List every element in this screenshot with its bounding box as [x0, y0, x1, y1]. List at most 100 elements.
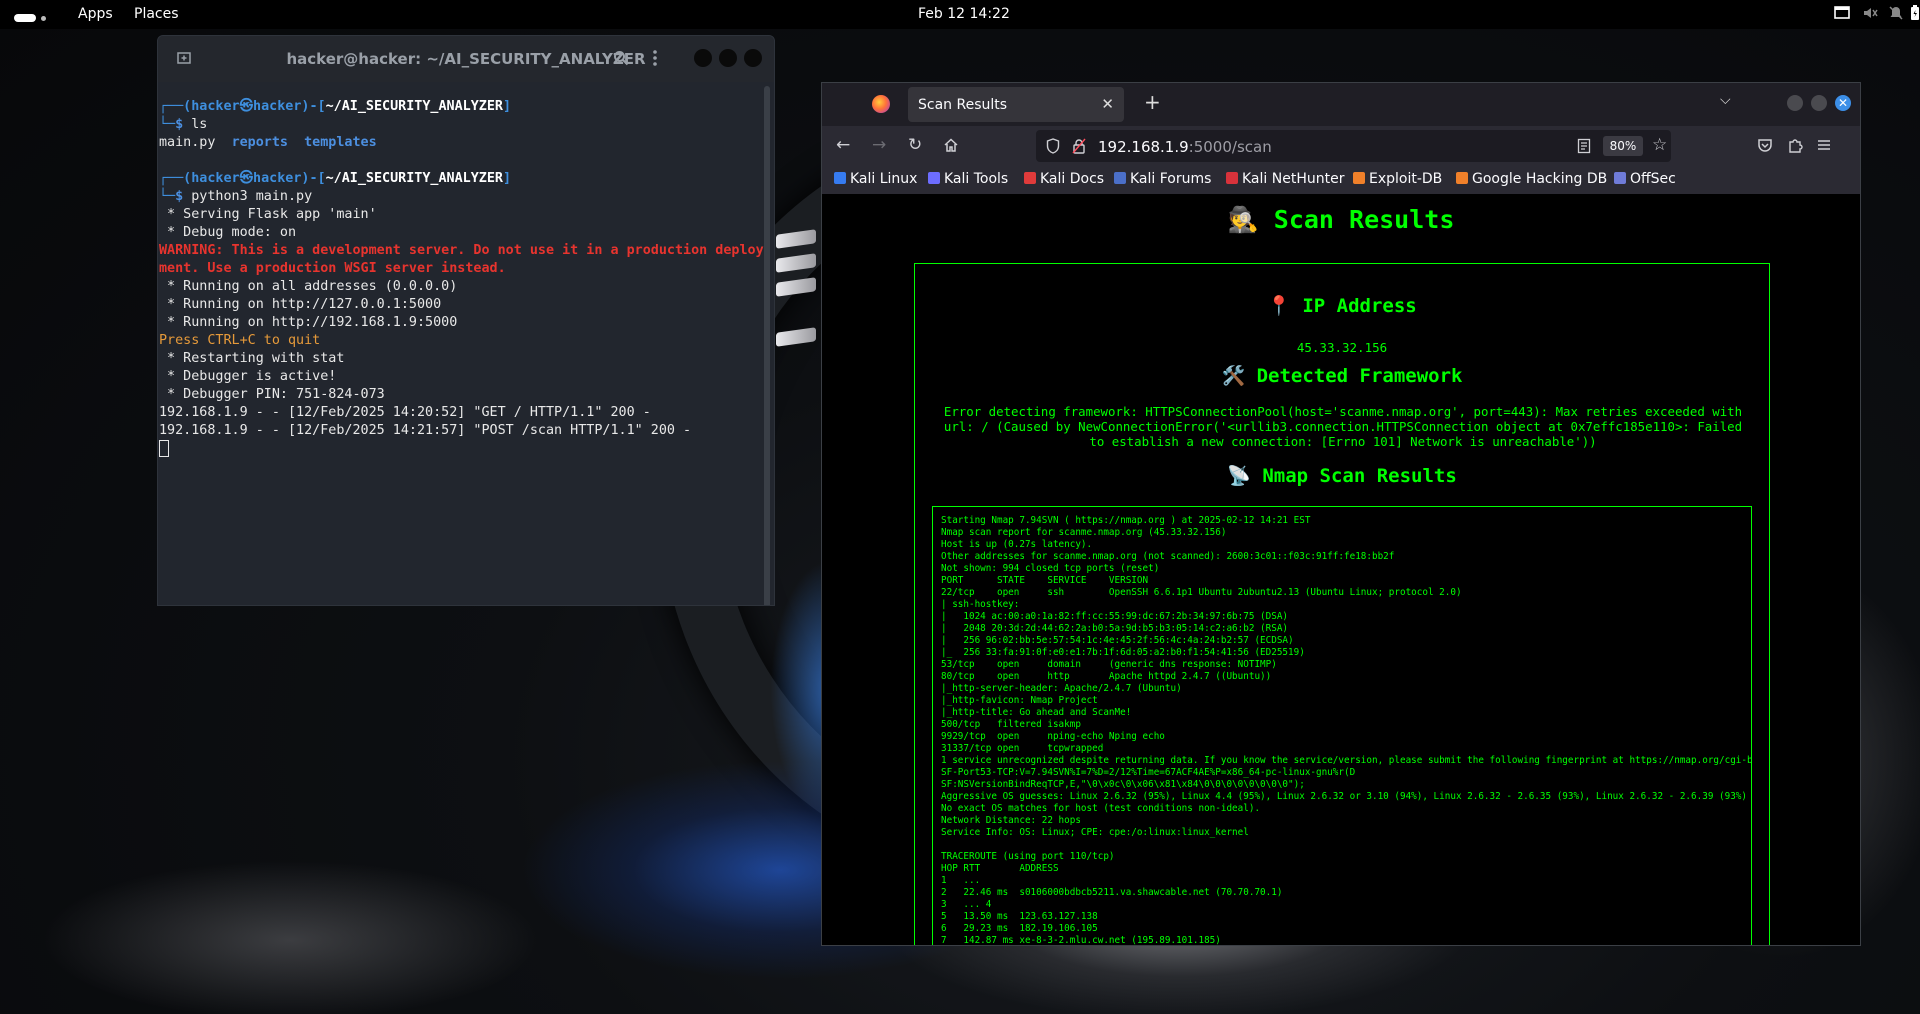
bookmark-kali-linux[interactable]: Kali Linux — [834, 171, 917, 187]
url-bar[interactable]: 192.168.1.9:5000/scan 80% ☆ — [1036, 130, 1671, 162]
maximize-button[interactable] — [1811, 95, 1827, 111]
bookmark-exploit-db[interactable]: Exploit-DB — [1353, 171, 1442, 187]
battery-icon[interactable] — [1910, 5, 1920, 21]
command-text: ls — [191, 117, 208, 132]
home-icon[interactable] — [943, 137, 959, 153]
prompt-user: hacker — [191, 99, 240, 114]
url-host: 192.168.1.9 — [1098, 138, 1189, 156]
warning-line: WARNING: This is a development server. D… — [159, 243, 764, 258]
bookmark-label: Kali Forums — [1130, 171, 1212, 187]
bookmark-label: Kali Docs — [1040, 171, 1105, 187]
bookmark-offsec[interactable]: OffSec — [1614, 171, 1676, 187]
framework-error: Error detecting framework: HTTPSConnecti… — [943, 404, 1743, 449]
nethunter-icon — [1226, 172, 1238, 184]
request-log-line: 192.168.1.9 - - [12/Feb/2025 14:20:52] "… — [159, 405, 651, 420]
hamburger-menu-icon[interactable] — [1816, 137, 1832, 153]
command-text: python3 main.py — [191, 189, 313, 204]
reader-view-icon[interactable] — [1577, 138, 1591, 154]
bookmark-label: Kali Tools — [944, 171, 1009, 187]
ls-dir: reports — [231, 135, 288, 150]
terminal-scrollbar[interactable] — [764, 86, 770, 605]
quit-hint: Press CTRL+C to quit — [159, 333, 321, 348]
prompt-path: ~/AI_SECURITY_ANALYZER — [325, 171, 503, 186]
workspace-dot-icon — [41, 15, 46, 21]
kali-tools-icon — [928, 172, 940, 184]
activities-indicator[interactable] — [14, 10, 46, 26]
nmap-heading: 📡 Nmap Scan Results — [1227, 465, 1457, 487]
wallpaper-silver-wave-2 — [40, 860, 540, 1014]
workspace-pill-icon — [14, 14, 36, 22]
zoom-level[interactable]: 80% — [1603, 136, 1643, 156]
bookmark-star-icon[interactable]: ☆ — [1652, 135, 1667, 155]
output-line: * Debug mode: on — [159, 225, 297, 240]
bookmark-kali-forums[interactable]: Kali Forums — [1114, 171, 1211, 187]
prompt-host: hacker — [253, 171, 302, 186]
volume-muted-icon[interactable] — [1862, 5, 1878, 21]
search-icon[interactable] — [613, 50, 629, 66]
minimize-button[interactable] — [694, 49, 712, 67]
browser-tabbar[interactable]: Scan Results ✕ + ⌵ ✕ — [822, 83, 1860, 126]
output-line: * Serving Flask app 'main' — [159, 207, 377, 222]
page-title: 🕵️ Scan Results — [1227, 205, 1455, 234]
output-line: * Debugger PIN: 751-824-073 — [159, 387, 385, 402]
shield-icon[interactable] — [1046, 138, 1060, 154]
screen-icon[interactable] — [1834, 5, 1850, 21]
url-text[interactable]: 192.168.1.9:5000/scan — [1098, 138, 1272, 156]
nmap-output: Starting Nmap 7.94SVN ( https://nmap.org… — [941, 515, 1752, 946]
notifications-muted-icon[interactable] — [1888, 5, 1904, 21]
list-all-tabs-icon[interactable]: ⌵ — [1720, 92, 1731, 108]
tab-title: Scan Results — [918, 97, 1008, 113]
nmap-output-box[interactable]: Starting Nmap 7.94SVN ( https://nmap.org… — [932, 506, 1752, 946]
output-line: * Running on http://192.168.1.9:5000 — [159, 315, 458, 330]
insecure-lock-icon[interactable] — [1072, 138, 1086, 154]
tab-scan-results[interactable]: Scan Results ✕ — [908, 87, 1124, 122]
bookmarks-toolbar: Kali Linux Kali Tools Kali Docs Kali For… — [822, 166, 1860, 194]
kebab-menu-icon[interactable] — [652, 50, 658, 66]
ls-dir: templates — [304, 135, 377, 150]
new-tab-button[interactable]: + — [1144, 90, 1161, 114]
framework-heading: 🛠️ Detected Framework — [1221, 365, 1463, 387]
clock[interactable]: Feb 12 14:22 — [918, 6, 1010, 22]
browser-navbar: ← → ↻ 192.168.1.9:5000/scan 80% ☆ — [822, 126, 1860, 166]
url-path: :5000/scan — [1188, 138, 1272, 156]
output-line: * Running on all addresses (0.0.0.0) — [159, 279, 458, 294]
reload-icon[interactable]: ↻ — [908, 135, 922, 155]
pocket-icon[interactable] — [1757, 137, 1773, 153]
prompt-path: ~/AI_SECURITY_ANALYZER — [325, 99, 503, 114]
ls-file: main.py — [159, 135, 216, 150]
forward-icon[interactable]: → — [872, 135, 886, 155]
maximize-button[interactable] — [719, 49, 737, 67]
terminal-window[interactable]: hacker@hacker: ~/AI_SECURITY_ANALYZER ┌─… — [157, 35, 775, 606]
prompt-user: hacker — [191, 171, 240, 186]
terminal-cursor — [159, 440, 169, 457]
close-tab-icon[interactable]: ✕ — [1101, 95, 1114, 113]
close-button[interactable]: ✕ — [1835, 95, 1851, 111]
bookmark-label: Kali NetHunter — [1242, 171, 1345, 187]
terminal-titlebar[interactable]: hacker@hacker: ~/AI_SECURITY_ANALYZER — [158, 36, 774, 82]
bookmark-kali-tools[interactable]: Kali Tools — [928, 171, 1008, 187]
request-log-line: 192.168.1.9 - - [12/Feb/2025 14:21:57] "… — [159, 423, 692, 438]
firefox-icon[interactable] — [872, 95, 890, 113]
back-icon[interactable]: ← — [836, 135, 850, 155]
places-menu[interactable]: Places — [134, 6, 179, 22]
bookmark-kali-docs[interactable]: Kali Docs — [1024, 171, 1104, 187]
output-line: * Running on http://127.0.0.1:5000 — [159, 297, 442, 312]
browser-window[interactable]: Scan Results ✕ + ⌵ ✕ ← → ↻ 192.168.1.9:5… — [821, 82, 1861, 946]
bookmark-kali-nethunter[interactable]: Kali NetHunter — [1226, 171, 1344, 187]
terminal-title: hacker@hacker: ~/AI_SECURITY_ANALYZER — [286, 50, 646, 68]
bookmark-label: Google Hacking DB — [1472, 171, 1608, 187]
close-button[interactable] — [744, 49, 762, 67]
ip-heading: 📍 IP Address — [1267, 295, 1417, 317]
terminal-output[interactable]: ┌──(hacker㉿hacker)-[~/AI_SECURITY_ANALYZ… — [159, 98, 764, 459]
ip-value: 45.33.32.156 — [1296, 340, 1388, 355]
bookmark-label: Exploit-DB — [1369, 171, 1443, 187]
page-content[interactable]: 🕵️ Scan Results 📍 IP Address 45.33.32.15… — [822, 194, 1860, 946]
bookmark-label: Kali Linux — [850, 171, 918, 187]
prompt-host: hacker — [253, 99, 302, 114]
extensions-icon[interactable] — [1787, 137, 1803, 153]
bookmark-label: OffSec — [1630, 171, 1676, 187]
output-line: * Restarting with stat — [159, 351, 345, 366]
minimize-button[interactable] — [1787, 95, 1803, 111]
apps-menu[interactable]: Apps — [78, 6, 113, 22]
bookmark-google-hacking-db[interactable]: Google Hacking DB — [1456, 171, 1607, 187]
